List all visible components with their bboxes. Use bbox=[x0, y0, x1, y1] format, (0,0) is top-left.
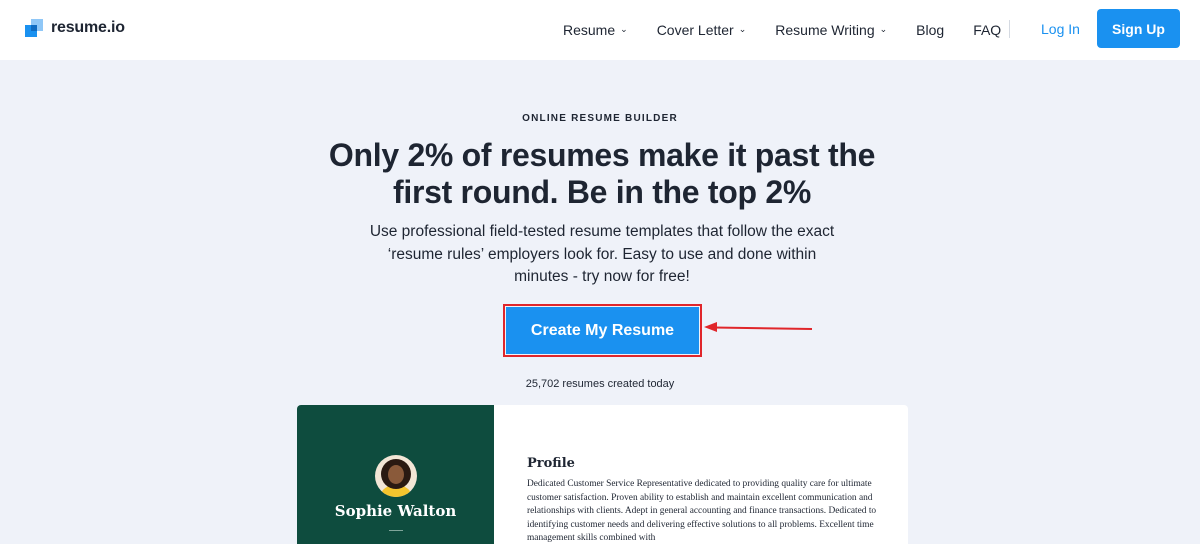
brand-name: resume.io bbox=[51, 19, 125, 36]
resume-preview: Sophie Walton Profile Dedicated Customer… bbox=[297, 405, 908, 544]
hero-eyebrow: ONLINE RESUME BUILDER bbox=[522, 113, 678, 124]
resumes-created-counter: 25,702 resumes created today bbox=[525, 378, 675, 390]
profile-heading: Profile bbox=[527, 456, 575, 471]
hero-subtext: Use professional field-tested resume tem… bbox=[369, 223, 835, 285]
signup-button[interactable]: Sign Up bbox=[1097, 9, 1180, 48]
resume-io-logo-icon bbox=[25, 19, 43, 37]
hero-headline: Only 2% of resumes make it past the firs… bbox=[328, 137, 876, 210]
create-resume-button[interactable]: Create My Resume bbox=[506, 307, 699, 354]
nav-item-label: Cover Letter bbox=[656, 22, 734, 38]
nav-item-label: Blog bbox=[916, 22, 945, 38]
nav-item-resume-writing[interactable]: Resume Writing ⌄ bbox=[775, 22, 887, 38]
name-divider bbox=[389, 530, 403, 531]
resume-sidebar: Sophie Walton bbox=[297, 405, 494, 544]
chevron-down-icon: ⌄ bbox=[620, 23, 628, 34]
site-header: resume.io Resume ⌄ Cover Letter ⌄ Resume… bbox=[0, 0, 1200, 60]
nav-item-label: FAQ bbox=[973, 22, 1002, 38]
nav-item-resume[interactable]: Resume ⌄ bbox=[563, 22, 628, 38]
chevron-down-icon: ⌄ bbox=[879, 23, 888, 34]
nav-item-faq[interactable]: FAQ bbox=[973, 22, 1001, 38]
main-nav: Resume ⌄ Cover Letter ⌄ Resume Writing ⌄… bbox=[563, 0, 1030, 60]
nav-item-label: Resume Writing bbox=[775, 22, 875, 38]
red-arrow-icon bbox=[704, 322, 813, 332]
avatar bbox=[375, 455, 417, 497]
profile-text: Dedicated Customer Service Representativ… bbox=[527, 479, 877, 544]
chevron-down-icon: ⌄ bbox=[738, 23, 747, 34]
nav-item-blog[interactable]: Blog bbox=[916, 22, 944, 38]
login-link[interactable]: Log In bbox=[1041, 21, 1080, 37]
nav-item-cover-letter[interactable]: Cover Letter ⌄ bbox=[657, 22, 747, 38]
brand-logo[interactable]: resume.io bbox=[25, 19, 125, 37]
nav-item-label: Resume bbox=[563, 22, 616, 38]
resume-person-name: Sophie Walton bbox=[334, 502, 457, 520]
nav-divider bbox=[1009, 20, 1010, 38]
